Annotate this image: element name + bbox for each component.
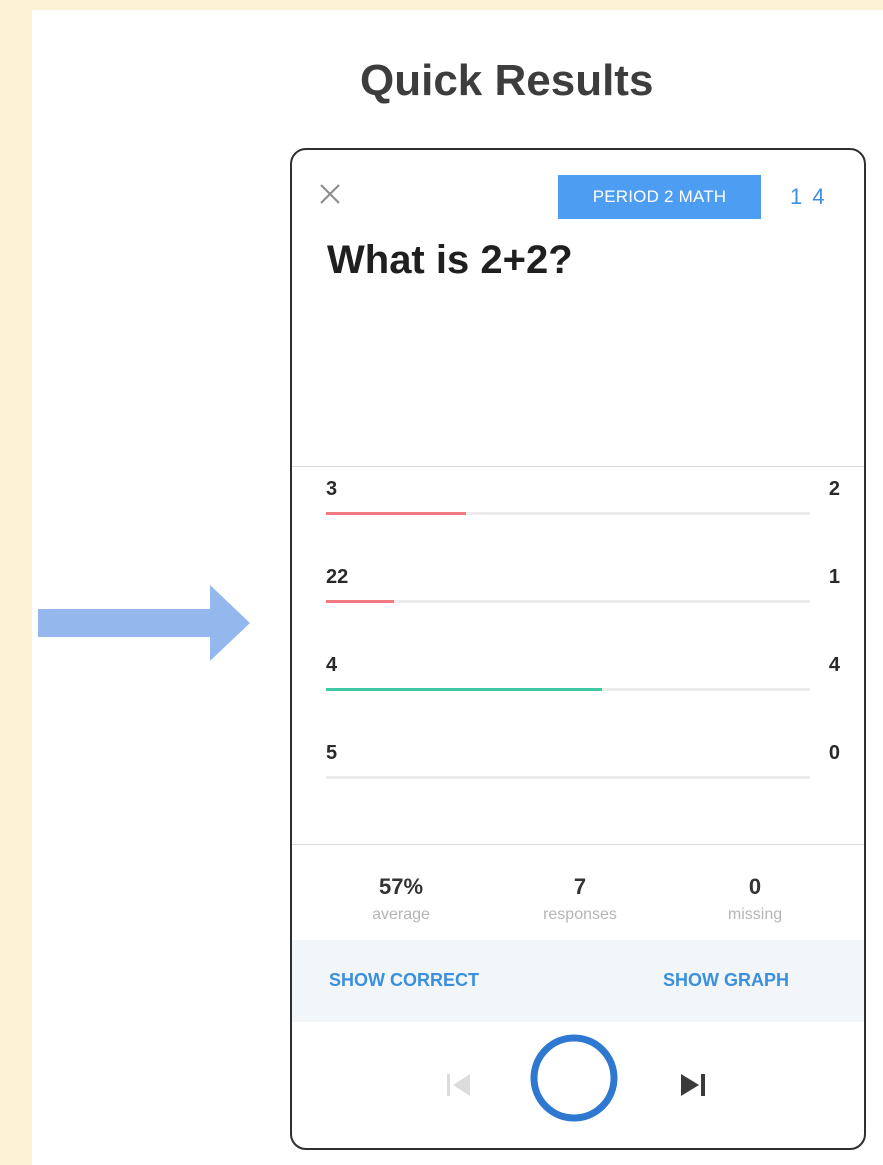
stats-divider bbox=[292, 844, 864, 845]
answer-label: 4 bbox=[326, 654, 338, 676]
answer-bar-track bbox=[326, 688, 810, 691]
page-title: Quick Results bbox=[360, 56, 654, 105]
answer-bar-track bbox=[326, 776, 810, 779]
answer-count: 2 bbox=[828, 478, 840, 500]
stats-row: 57% average 7 responses 0 missing bbox=[292, 874, 864, 944]
skip-previous-icon[interactable] bbox=[444, 1070, 474, 1100]
stat-missing-label: missing bbox=[727, 906, 783, 923]
show-correct-button[interactable]: SHOW CORRECT bbox=[329, 970, 479, 991]
answer-list: 3 2 22 1 4 4 5 0 bbox=[326, 468, 840, 820]
page-left-accent bbox=[0, 0, 32, 1165]
answer-count: 0 bbox=[828, 742, 840, 764]
answer-bar-fill bbox=[326, 600, 394, 603]
answer-count: 4 bbox=[828, 654, 840, 676]
close-icon[interactable] bbox=[318, 182, 342, 206]
answer-bar-track bbox=[326, 600, 810, 603]
stat-missing-value: 0 bbox=[748, 874, 762, 899]
answer-row: 5 0 bbox=[326, 732, 840, 820]
circle-play-icon[interactable] bbox=[528, 1032, 620, 1124]
class-badge[interactable]: PERIOD 2 MATH bbox=[558, 175, 761, 219]
stat-missing: 0 missing bbox=[670, 874, 840, 924]
playback-controls bbox=[292, 1022, 864, 1148]
question-title: What is 2+2? bbox=[327, 238, 573, 282]
answer-label: 5 bbox=[326, 742, 338, 764]
page-top-accent bbox=[0, 0, 883, 10]
stat-responses-label: responses bbox=[543, 906, 617, 923]
answer-bar-track bbox=[326, 512, 810, 515]
answer-row: 4 4 bbox=[326, 644, 840, 732]
show-graph-button[interactable]: SHOW GRAPH bbox=[663, 970, 789, 991]
question-counter: 1 4 bbox=[790, 184, 825, 209]
answer-label: 22 bbox=[326, 566, 349, 588]
question-divider bbox=[292, 466, 864, 467]
skip-next-icon[interactable] bbox=[677, 1070, 709, 1100]
answer-row: 3 2 bbox=[326, 468, 840, 556]
arrow-right-icon bbox=[38, 585, 250, 661]
stat-average-label: average bbox=[372, 906, 430, 923]
actions-bar: SHOW CORRECT SHOW GRAPH bbox=[292, 940, 864, 1022]
stat-responses-value: 7 bbox=[573, 874, 587, 899]
answer-bar-fill bbox=[326, 688, 602, 691]
answer-row: 22 1 bbox=[326, 556, 840, 644]
stat-average: 57% average bbox=[316, 874, 486, 924]
stat-average-value: 57% bbox=[378, 874, 424, 899]
answer-label: 3 bbox=[326, 478, 338, 500]
answer-bar-fill bbox=[326, 512, 467, 515]
answer-count: 1 bbox=[828, 566, 840, 588]
stat-responses: 7 responses bbox=[495, 874, 665, 924]
quick-results-card: PERIOD 2 MATH 1 4 What is 2+2? 3 2 22 1 … bbox=[290, 148, 866, 1150]
